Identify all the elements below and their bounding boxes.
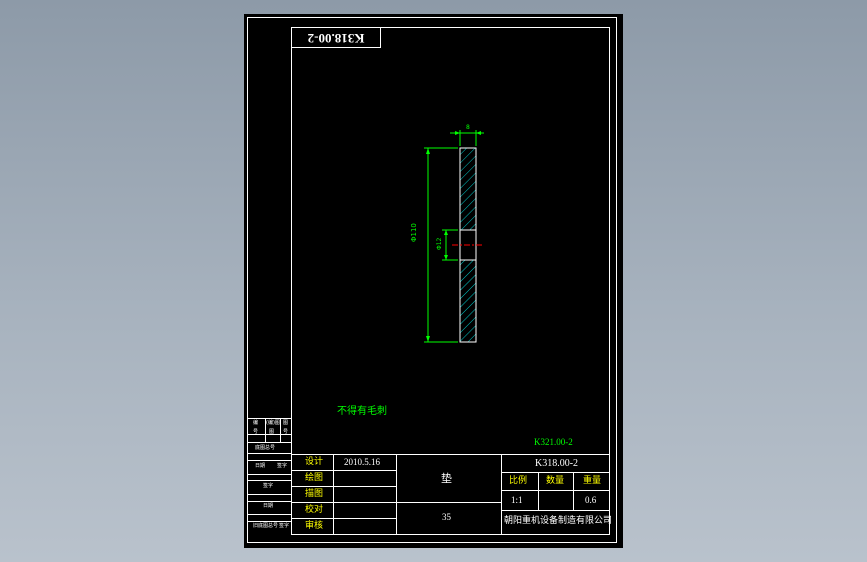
drawing-sheet: K318.00-2 8 Φ110 Φ12 不得有毛刺 K321.00-2 编 (… (244, 14, 623, 548)
side-cell: 图 (269, 429, 275, 435)
drawing-number: K318.00-2 (535, 458, 579, 469)
side-cell: 签字 (279, 523, 290, 529)
side-cell: 签字 (263, 483, 274, 489)
part-name: 垫 (441, 472, 452, 485)
dim-thickness: 8 (466, 124, 470, 131)
header-weight: 重量 (583, 476, 602, 486)
design-date: 2010.5.16 (344, 457, 380, 467)
dim-hole-diameter: Φ12 (436, 237, 443, 250)
dim-outer-diameter: Φ110 (410, 223, 418, 242)
label-drawing: 绘图 (305, 473, 324, 483)
side-cell: (编)图 (266, 420, 280, 426)
side-cell: 底图总号 (255, 445, 276, 451)
label-check: 校对 (305, 505, 324, 515)
side-cell: 旧底图总号 (253, 523, 279, 529)
technical-note: 不得有毛刺 (337, 406, 387, 417)
label-review: 审核 (305, 521, 324, 531)
side-cell: 日期 (263, 503, 274, 509)
part-section-upper (459, 147, 477, 231)
side-cell: 图 (283, 420, 289, 426)
side-cell: 号 (283, 429, 289, 435)
label-tracing: 描图 (305, 489, 324, 499)
company-name: 朝阳重机设备制造有限公司 (504, 516, 613, 526)
header-quantity: 数量 (546, 476, 565, 486)
reference-code: K321.00-2 (534, 437, 573, 447)
part-section-lower (459, 259, 477, 343)
value-weight: 0.6 (585, 495, 597, 505)
header-scale: 比例 (509, 476, 528, 486)
side-table: 编 (编)图 图 号 图 号 底图总号 日期 签字 签字 日期 旧底图总号 签字 (247, 418, 292, 535)
side-cell: 号 (253, 429, 259, 435)
material: 35 (442, 512, 451, 522)
side-cell: 编 (253, 420, 259, 426)
label-design: 设计 (305, 457, 324, 467)
side-cell: 签字 (277, 463, 288, 469)
side-cell: 日期 (255, 463, 266, 469)
value-scale: 1:1 (511, 495, 523, 505)
title-block: 设计 绘图 描图 校对 审核 2010.5.16 垫 35 K318.00-2 … (291, 454, 613, 535)
